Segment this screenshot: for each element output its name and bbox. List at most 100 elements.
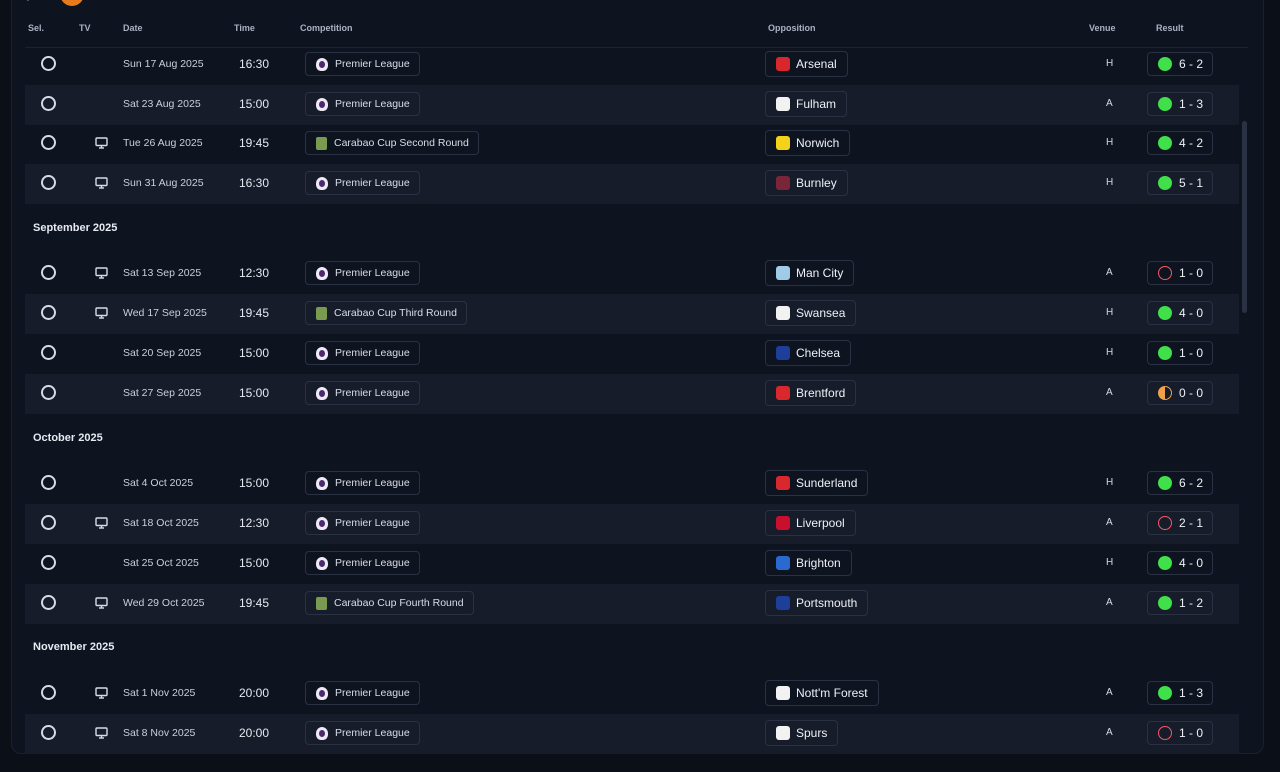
- select-radio[interactable]: [41, 725, 56, 740]
- competition-chip[interactable]: Premier League: [305, 471, 420, 495]
- result-chip[interactable]: 5 - 1: [1147, 171, 1213, 195]
- opposition-chip[interactable]: Brighton: [765, 550, 852, 576]
- select-radio[interactable]: [41, 515, 56, 530]
- month-heading: October 2025: [33, 432, 103, 444]
- select-radio[interactable]: [41, 685, 56, 700]
- col-time[interactable]: Time: [234, 23, 255, 33]
- opposition-label: Liverpool: [796, 516, 845, 530]
- opposition-chip[interactable]: Arsenal: [765, 51, 848, 77]
- col-venue[interactable]: Venue: [1089, 23, 1116, 33]
- competition-chip[interactable]: Premier League: [305, 171, 420, 195]
- fixture-row[interactable]: Tue 26 Aug 2025 19:45 Carabao Cup Second R…: [25, 124, 1239, 164]
- premier-league-icon: [316, 97, 328, 111]
- result-loss-icon: [1158, 726, 1172, 740]
- select-radio[interactable]: [41, 475, 56, 490]
- fixture-time: 15:00: [239, 386, 270, 400]
- competition-label: Premier League: [335, 58, 410, 70]
- fixture-row[interactable]: Wed 17 Sep 2025 19:45 Carabao Cup Third Ro…: [25, 294, 1239, 334]
- result-chip[interactable]: 2 - 1: [1147, 511, 1213, 535]
- fixture-row[interactable]: Sat 1 Nov 2025 20:00 Premier League Nott'm …: [25, 674, 1239, 714]
- select-radio[interactable]: [41, 385, 56, 400]
- select-radio[interactable]: [41, 555, 56, 570]
- fixture-row[interactable]: Sat 4 Oct 2025 15:00 Premier League Sunderl…: [25, 464, 1239, 504]
- competition-chip[interactable]: Premier League: [305, 341, 420, 365]
- competition-chip[interactable]: Premier League: [305, 92, 420, 116]
- competition-chip[interactable]: Carabao Cup Fourth Round: [305, 591, 474, 615]
- select-radio[interactable]: [41, 345, 56, 360]
- fixture-row[interactable]: Sat 27 Sep 2025 15:00 Premier League Brentf…: [25, 374, 1239, 414]
- competition-chip[interactable]: Premier League: [305, 681, 420, 705]
- opposition-chip[interactable]: Liverpool: [765, 510, 856, 536]
- arsenal-crest-icon: [776, 57, 790, 71]
- opposition-chip[interactable]: Burnley: [765, 170, 848, 196]
- result-chip[interactable]: 1 - 0: [1147, 341, 1213, 365]
- fixture-row[interactable]: Sat 20 Sep 2025 15:00 Premier League Chelse…: [25, 334, 1239, 374]
- col-sel[interactable]: Sel.: [28, 23, 44, 33]
- select-radio[interactable]: [41, 96, 56, 111]
- fixture-venue: H: [1106, 177, 1114, 188]
- select-radio[interactable]: [41, 595, 56, 610]
- opposition-chip[interactable]: Spurs: [765, 720, 839, 746]
- select-radio[interactable]: [41, 56, 56, 71]
- fixture-time: 15:00: [239, 556, 270, 570]
- opposition-chip[interactable]: Sunderland: [765, 470, 869, 496]
- fixture-row[interactable]: Sun 17 Aug 2025 16:30 Premier League Arsena…: [25, 45, 1239, 85]
- opposition-chip[interactable]: Swansea: [765, 300, 857, 326]
- col-competition[interactable]: Competition: [300, 23, 353, 33]
- fixture-row[interactable]: Sat 8 Nov 2025 20:00 Premier League Spurs A 1…: [25, 714, 1239, 754]
- competition-chip[interactable]: Premier League: [305, 381, 420, 405]
- result-chip[interactable]: 6 - 2: [1147, 471, 1213, 495]
- result-chip[interactable]: 1 - 0: [1147, 721, 1213, 745]
- fixture-row[interactable]: Sat 25 Oct 2025 15:00 Premier League Bright…: [25, 544, 1239, 584]
- result-score: 6 - 2: [1179, 476, 1204, 490]
- fixture-row[interactable]: Sat 23 Aug 2025 15:00 Premier League Fulham…: [25, 85, 1239, 125]
- competition-chip[interactable]: Premier League: [305, 261, 420, 285]
- col-opposition[interactable]: Opposition: [768, 23, 816, 33]
- fixture-row[interactable]: Sun 31 Aug 2025 16:30 Premier League Burnle…: [25, 164, 1239, 204]
- fixture-time: 16:30: [239, 176, 270, 190]
- select-radio[interactable]: [41, 175, 56, 190]
- competition-chip[interactable]: Carabao Cup Third Round: [305, 301, 467, 325]
- competition-chip[interactable]: Premier League: [305, 511, 420, 535]
- fixture-row[interactable]: Sat 18 Oct 2025 12:30 Premier League Liverp…: [25, 504, 1239, 544]
- competition-label: Premier League: [335, 727, 410, 739]
- result-chip[interactable]: 1 - 0: [1147, 261, 1213, 285]
- opposition-chip[interactable]: Chelsea: [765, 340, 852, 366]
- result-chip[interactable]: 4 - 0: [1147, 301, 1213, 325]
- result-chip[interactable]: 0 - 0: [1147, 381, 1213, 405]
- chevron-down-icon[interactable]: ▼: [23, 0, 37, 4]
- fixture-venue: A: [1106, 387, 1113, 398]
- opposition-chip[interactable]: Portsmouth: [765, 590, 869, 616]
- result-score: 4 - 2: [1179, 136, 1204, 150]
- result-chip[interactable]: 6 - 2: [1147, 52, 1213, 76]
- chelsea-crest-icon: [776, 346, 790, 360]
- select-radio[interactable]: [41, 135, 56, 150]
- opposition-chip[interactable]: Norwich: [765, 130, 851, 156]
- fixture-row[interactable]: Sat 13 Sep 2025 12:30 Premier League Man Ci…: [25, 254, 1239, 294]
- result-chip[interactable]: 1 - 3: [1147, 681, 1213, 705]
- competition-chip[interactable]: Premier League: [305, 721, 420, 745]
- opposition-chip[interactable]: Nott'm Forest: [765, 680, 879, 706]
- opposition-label: Norwich: [796, 136, 840, 150]
- competition-chip[interactable]: Carabao Cup Second Round: [305, 131, 479, 155]
- result-win-icon: [1158, 346, 1172, 360]
- select-radio[interactable]: [41, 265, 56, 280]
- select-radio[interactable]: [41, 305, 56, 320]
- nottm-forest-crest-icon: [776, 686, 790, 700]
- fixture-row[interactable]: Wed 29 Oct 2025 19:45 Carabao Cup Fourth R…: [25, 584, 1239, 624]
- competition-chip[interactable]: Premier League: [305, 551, 420, 575]
- opposition-chip[interactable]: Fulham: [765, 91, 848, 117]
- result-chip[interactable]: 4 - 0: [1147, 551, 1213, 575]
- competition-chip[interactable]: Premier League: [305, 52, 420, 76]
- result-chip[interactable]: 4 - 2: [1147, 131, 1213, 155]
- competition-label: Carabao Cup Second Round: [334, 137, 469, 149]
- col-date[interactable]: Date: [123, 23, 143, 33]
- opposition-chip[interactable]: Brentford: [765, 380, 857, 406]
- opposition-label: Portsmouth: [796, 596, 858, 610]
- col-tv[interactable]: TV: [79, 23, 91, 33]
- vertical-scrollbar[interactable]: [1242, 121, 1247, 313]
- result-chip[interactable]: 1 - 2: [1147, 591, 1213, 615]
- opposition-chip[interactable]: Man City: [765, 260, 855, 286]
- col-result[interactable]: Result: [1156, 23, 1184, 33]
- result-chip[interactable]: 1 - 3: [1147, 92, 1213, 116]
